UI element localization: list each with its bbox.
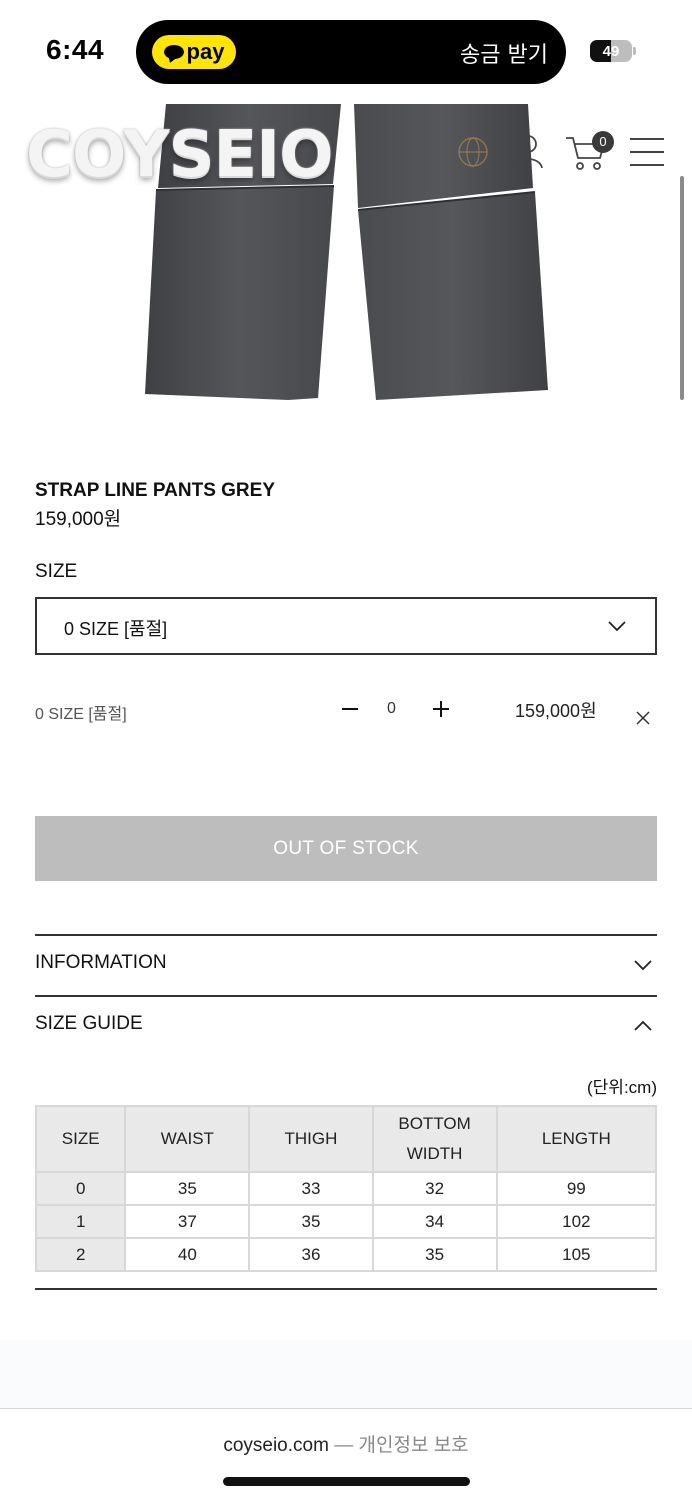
information-accordion[interactable]: INFORMATION	[35, 934, 657, 996]
pay-label: pay	[186, 39, 225, 64]
table-cell: 33	[248, 1171, 374, 1206]
chat-bubble-icon	[163, 45, 184, 59]
table-cell: 37	[124, 1204, 251, 1239]
size-guide-table: SIZE WAIST THIGH BOTTOM WIDTH LENGTH 0 3…	[34, 1105, 658, 1272]
chevron-down-icon	[634, 960, 652, 971]
privacy-label: 개인정보 보호	[358, 1435, 469, 1456]
size-select[interactable]: 0 SIZE [품절]	[35, 597, 657, 655]
quantity-decrease-button[interactable]	[339, 698, 361, 720]
kakaopay-banner[interactable]: pay 송금 받기	[136, 20, 566, 84]
user-icon[interactable]	[510, 132, 546, 172]
send-receive-label: 송금 받기	[460, 43, 548, 68]
cart-count-badge: 0	[592, 131, 614, 153]
option-name: 0 SIZE [품절]	[35, 706, 127, 723]
table-cell: 34	[371, 1204, 498, 1239]
home-indicator[interactable]	[223, 1477, 470, 1486]
globe-icon[interactable]	[454, 134, 492, 170]
footer-separator: —	[334, 1435, 354, 1456]
brand-logo[interactable]: COYSEIO	[26, 118, 333, 192]
table-row: 0 35 33 32 99	[34, 1171, 658, 1206]
table-cell: 0	[34, 1171, 127, 1206]
table-cell: 40	[124, 1237, 251, 1272]
menu-icon[interactable]	[628, 136, 666, 168]
table-header-cell: SIZE	[34, 1105, 127, 1173]
quantity-value[interactable]: 0	[387, 700, 396, 718]
table-header-cell: WAIST	[124, 1105, 251, 1173]
size-unit-label: (단위:cm)	[587, 1078, 657, 1097]
information-title: INFORMATION	[35, 952, 167, 973]
table-header-cell: LENGTH	[495, 1105, 658, 1173]
quantity-increase-button[interactable]	[430, 698, 452, 720]
out-of-stock-button[interactable]: OUT OF STOCK	[35, 816, 657, 881]
table-cell: 32	[371, 1171, 498, 1206]
table-row: 2 40 36 35 105	[34, 1237, 658, 1272]
size-guide-accordion[interactable]: SIZE GUIDE	[35, 995, 657, 1057]
page-scrollbar[interactable]	[680, 176, 684, 400]
site-domain: coyseio.com	[223, 1435, 329, 1456]
table-cell: 105	[495, 1237, 658, 1272]
table-cell: 102	[495, 1204, 658, 1239]
option-price: 159,000원	[515, 701, 597, 721]
table-cell: 2	[34, 1237, 127, 1272]
battery-cap	[633, 47, 636, 55]
table-cell: 35	[371, 1237, 498, 1272]
product-price: 159,000원	[35, 509, 122, 530]
table-header-row: SIZE WAIST THIGH BOTTOM WIDTH LENGTH	[34, 1105, 658, 1173]
table-cell: 35	[248, 1204, 374, 1239]
chevron-up-icon	[634, 1020, 652, 1031]
footer-spacer	[0, 1340, 692, 1410]
table-cell: 35	[124, 1171, 251, 1206]
table-header-cell: THIGH	[248, 1105, 374, 1173]
address-bar-text[interactable]: coyseio.com — 개인정보 보호	[0, 1430, 692, 1457]
kakaopay-badge: pay	[152, 35, 236, 69]
size-label: SIZE	[35, 561, 78, 582]
table-cell: 1	[34, 1204, 127, 1239]
close-icon[interactable]	[635, 710, 651, 726]
battery-icon: 49	[590, 40, 632, 62]
product-title: STRAP LINE PANTS GREY	[35, 480, 275, 501]
battery-level: 49	[602, 42, 620, 60]
section-divider	[35, 1288, 657, 1290]
status-bar: 6:44 pay 송금 받기 49	[0, 0, 692, 100]
table-cell: 36	[248, 1237, 374, 1272]
table-header-cell: BOTTOM WIDTH	[371, 1105, 498, 1173]
size-select-value: 0 SIZE [품절]	[64, 619, 168, 639]
chevron-down-icon	[608, 621, 626, 632]
status-time: 6:44	[46, 34, 105, 65]
table-cell: 99	[495, 1171, 658, 1206]
selected-option-row: 0 SIZE [품절] 0 159,000원	[35, 690, 657, 740]
size-guide-title: SIZE GUIDE	[35, 1013, 143, 1034]
table-row: 1 37 35 34 102	[34, 1204, 658, 1239]
